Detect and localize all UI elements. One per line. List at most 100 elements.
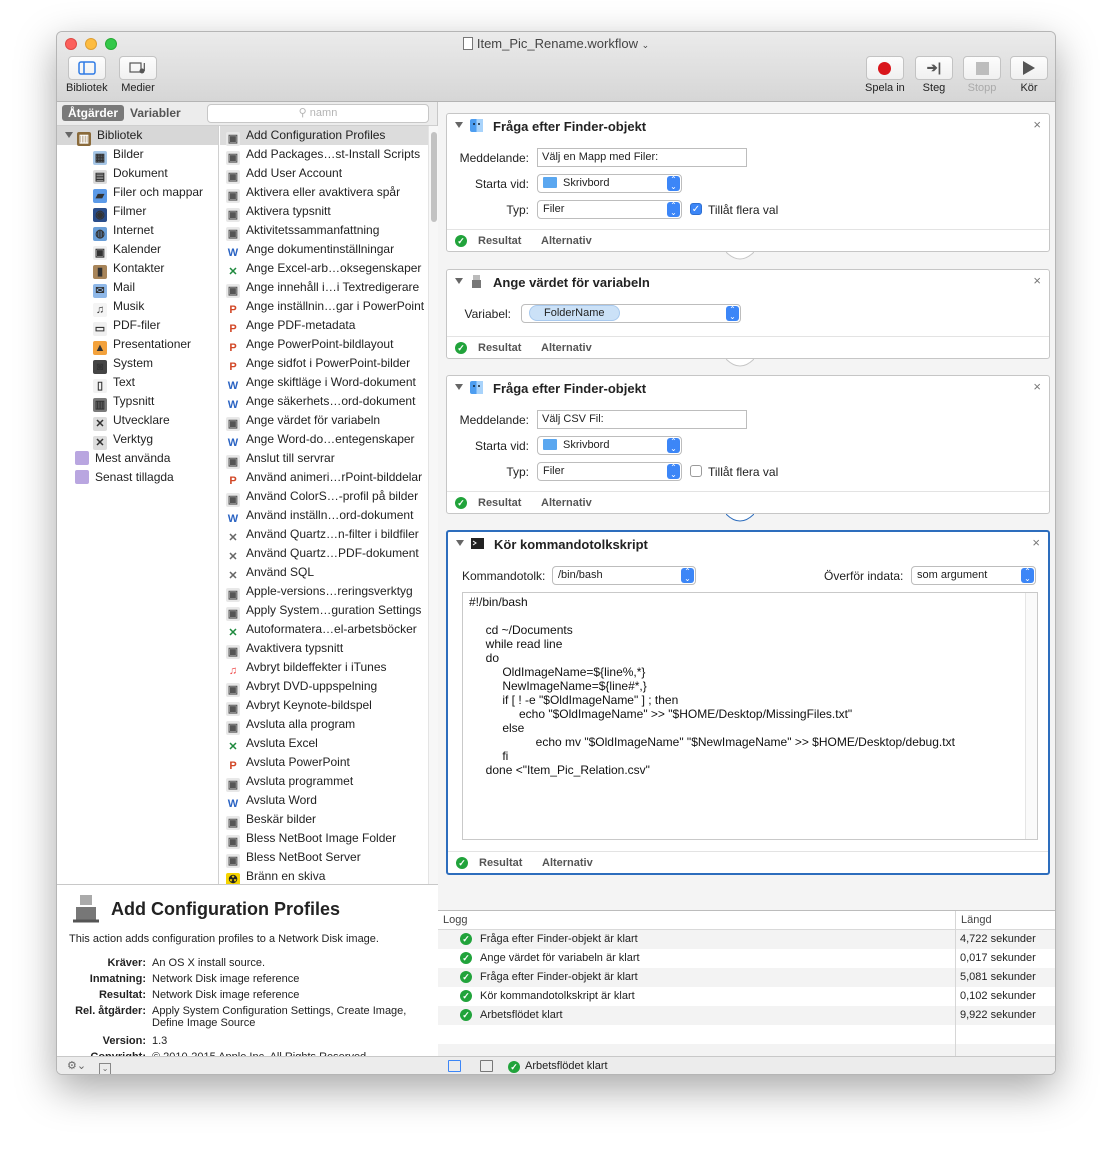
action-item[interactable]: ▣ Ange innehåll i…i Textredigerare: [220, 278, 428, 298]
category-item[interactable]: ▦ Bilder: [57, 145, 218, 165]
step-button[interactable]: ➔| Steg: [915, 56, 953, 94]
action-item[interactable]: ♫ Avbryt bildeffekter i iTunes: [220, 658, 428, 677]
log-row[interactable]: ✓ Fråga efter Finder-objekt är klart 4,722…: [438, 930, 1055, 949]
close-icon[interactable]: ×: [1033, 117, 1041, 132]
action-item[interactable]: ▣ Add Configuration Profiles: [220, 126, 428, 146]
action-item[interactable]: ▣ Avsluta programmet: [220, 772, 428, 792]
action-card-ask-finder-items-1[interactable]: Fråga efter Finder-objekt × Meddelande: …: [446, 113, 1050, 252]
action-item[interactable]: ▣ Ange värdet för variabeln: [220, 411, 428, 431]
action-item[interactable]: P Ange PowerPoint-bildlayout: [220, 335, 428, 354]
category-item[interactable]: ▭ PDF-filer: [57, 316, 218, 336]
start-at-popup[interactable]: Skrivbord ⌃ ⌄: [537, 174, 682, 193]
action-item[interactable]: P Ange sidfot i PowerPoint-bilder: [220, 354, 428, 373]
category-item[interactable]: ♫ Musik: [57, 297, 218, 317]
action-item[interactable]: ▣ Bless NetBoot Server: [220, 848, 428, 868]
action-item[interactable]: ▣ Apple-versions…reringsverktyg: [220, 582, 428, 602]
pass-input-popup[interactable]: som argument ⌃ ⌄: [911, 566, 1036, 585]
action-item[interactable]: ▣ Anslut till servrar: [220, 449, 428, 469]
collapse-triangle-icon[interactable]: [455, 384, 463, 390]
results-toggle[interactable]: Resultat: [478, 497, 521, 509]
options-toggle[interactable]: Alternativ: [541, 497, 592, 509]
start-at-popup[interactable]: Skrivbord ⌃ ⌄: [537, 436, 682, 455]
action-item[interactable]: ✕ Använd Quartz…PDF-dokument: [220, 544, 428, 563]
category-item[interactable]: ✉ Mail: [57, 278, 218, 298]
action-card-ask-finder-items-2[interactable]: Fråga efter Finder-objekt × Meddelande: …: [446, 375, 1050, 514]
log-row[interactable]: ✓ Arbetsflödet klart 9,922 sekunder: [438, 1006, 1055, 1025]
action-item[interactable]: W Avsluta Word: [220, 791, 428, 810]
category-item[interactable]: ▲ Presentationer: [57, 335, 218, 355]
category-library[interactable]: ▥ Bibliotek: [57, 126, 218, 146]
tab-actions[interactable]: Åtgärder: [62, 105, 125, 121]
close-icon[interactable]: ×: [1033, 379, 1041, 394]
options-toggle[interactable]: Alternativ: [542, 857, 593, 869]
script-scrollbar[interactable]: [1025, 593, 1037, 839]
search-input[interactable]: ⚲ namn: [207, 104, 429, 123]
action-item[interactable]: ▣ Avaktivera typsnitt: [220, 639, 428, 659]
action-item[interactable]: P Avsluta PowerPoint: [220, 753, 428, 772]
log-row[interactable]: ✓ Fråga efter Finder-objekt är klart 5,081…: [438, 968, 1055, 987]
action-item[interactable]: W Ange Word-do…entegenskaper: [220, 430, 428, 449]
results-toggle[interactable]: Resultat: [478, 342, 521, 354]
shell-popup[interactable]: /bin/bash ⌃ ⌄: [552, 566, 696, 585]
list-view-icon[interactable]: [448, 1060, 461, 1072]
category-item[interactable]: ◉ Filmer: [57, 202, 218, 222]
action-item[interactable]: ▣ Add Packages…st-Install Scripts: [220, 145, 428, 165]
category-item[interactable]: ▯ Text: [57, 373, 218, 393]
category-item[interactable]: ▣ Kalender: [57, 240, 218, 260]
action-card-run-shell-script[interactable]: Kör kommandotolkskript × Kommandotolk: /…: [446, 530, 1050, 875]
gear-icon[interactable]: ⚙︎⌄: [67, 1060, 86, 1072]
results-toggle[interactable]: Resultat: [479, 857, 522, 869]
action-item[interactable]: ▣ Avsluta alla program: [220, 715, 428, 735]
action-item[interactable]: P Ange inställnin…gar i PowerPoint: [220, 297, 428, 316]
log-row[interactable]: ✓ Ange värdet för variabeln är klart 0,017…: [438, 949, 1055, 968]
action-item[interactable]: ✕ Avsluta Excel: [220, 734, 428, 753]
action-item[interactable]: ✕ Använd Quartz…n-filter i bildfiler: [220, 525, 428, 544]
disclosure-triangle-icon[interactable]: [65, 132, 73, 138]
message-field[interactable]: Välj en Mapp med Filer:: [537, 148, 747, 167]
allow-multiple-checkbox[interactable]: ✓: [690, 203, 702, 215]
action-item[interactable]: ▣ Avbryt DVD-uppspelning: [220, 677, 428, 697]
library-button[interactable]: Bibliotek: [66, 56, 108, 94]
close-icon[interactable]: ×: [1032, 535, 1040, 550]
duration-column-header[interactable]: Längd: [961, 911, 992, 930]
options-toggle[interactable]: Alternativ: [541, 342, 592, 354]
scrollbar-thumb[interactable]: [431, 132, 437, 222]
category-item[interactable]: ▥ Typsnitt: [57, 392, 218, 412]
collapse-triangle-icon[interactable]: [455, 278, 463, 284]
action-item[interactable]: W Använd inställn…ord-dokument: [220, 506, 428, 525]
action-item[interactable]: ▣ Bless NetBoot Image Folder: [220, 829, 428, 849]
action-item[interactable]: P Ange PDF-metadata: [220, 316, 428, 335]
action-list-scrollbar[interactable]: [428, 126, 438, 884]
action-item[interactable]: ▣ Add User Account: [220, 164, 428, 184]
script-text[interactable]: #!/bin/bash cd ~/Documents while read li…: [463, 593, 1037, 777]
type-popup[interactable]: Filer ⌃ ⌄: [537, 200, 682, 219]
action-item[interactable]: ▣ Aktivitetssammanfattning: [220, 221, 428, 241]
type-popup[interactable]: Filer ⌃ ⌄: [537, 462, 682, 481]
log-column-header[interactable]: Logg: [443, 911, 467, 930]
action-item[interactable]: W Ange dokumentinställningar: [220, 240, 428, 259]
action-item[interactable]: P Använd animeri…rPoint-bilddelar: [220, 468, 428, 487]
collapse-triangle-icon[interactable]: [456, 540, 464, 546]
action-item[interactable]: ▣ Avbryt Keynote-bildspel: [220, 696, 428, 716]
record-button[interactable]: Spela in: [865, 56, 905, 94]
options-toggle[interactable]: Alternativ: [541, 235, 592, 247]
allow-multiple-checkbox[interactable]: [690, 465, 702, 477]
split-view-icon[interactable]: [480, 1060, 493, 1072]
action-item[interactable]: W Ange skiftläge i Word-dokument: [220, 373, 428, 392]
collapse-triangle-icon[interactable]: [455, 122, 463, 128]
action-item[interactable]: ✕ Ange Excel-arb…oksegenskaper: [220, 259, 428, 278]
action-item[interactable]: ☢ Bränn en skiva: [220, 867, 428, 884]
tab-variables[interactable]: Variabler: [124, 105, 187, 121]
window-title[interactable]: Item_Pic_Rename.workflow ⌄: [57, 36, 1055, 51]
action-item[interactable]: ▣ Beskär bilder: [220, 810, 428, 830]
run-button[interactable]: Kör: [1010, 56, 1048, 94]
variable-popup[interactable]: FolderName ⌃ ⌄: [521, 304, 741, 323]
category-item[interactable]: ◙ System: [57, 354, 218, 374]
action-item[interactable]: ▣ Apply System…guration Settings: [220, 601, 428, 621]
smart-group-item[interactable]: Mest använda: [57, 449, 218, 468]
category-item[interactable]: ▰ Filer och mappar: [57, 183, 218, 203]
action-item[interactable]: ✕ Autoformatera…el-arbetsböcker: [220, 620, 428, 639]
script-editor[interactable]: #!/bin/bash cd ~/Documents while read li…: [462, 592, 1038, 840]
description-toggle-icon[interactable]: ⌄: [99, 1063, 112, 1074]
action-item[interactable]: ✕ Använd SQL: [220, 563, 428, 582]
